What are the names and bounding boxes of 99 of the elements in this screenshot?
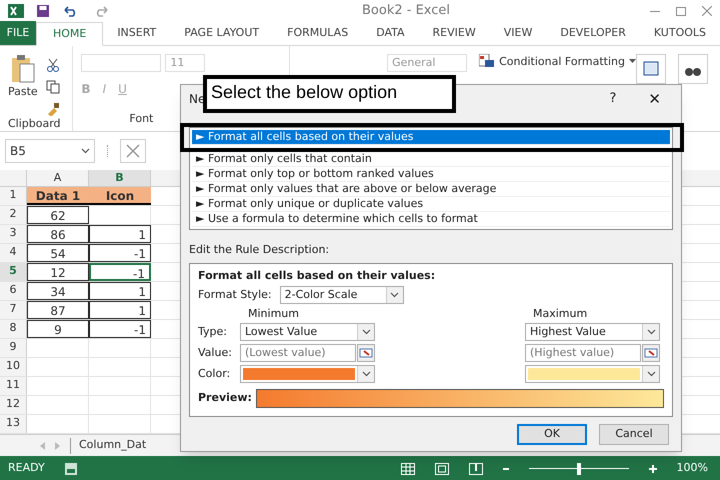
ribbon-tab[interactable]: DEVELOPER bbox=[546, 21, 640, 45]
column-header[interactable]: B bbox=[89, 170, 151, 186]
ribbon-tab[interactable]: PAGE LAYOUT bbox=[170, 21, 274, 45]
table-cell: Data 1 bbox=[27, 187, 89, 205]
ok-button[interactable]: OK bbox=[517, 424, 587, 445]
row-header[interactable]: 9 bbox=[0, 339, 27, 357]
row-header[interactable]: 5 bbox=[0, 263, 27, 281]
ribbon-tab[interactable]: VIEW bbox=[490, 21, 546, 45]
conditional-formatting-icon bbox=[479, 54, 496, 68]
font-name-field[interactable] bbox=[81, 54, 162, 72]
macro-icon bbox=[64, 462, 77, 474]
help-button[interactable]: ? bbox=[610, 89, 616, 109]
close-icon[interactable] bbox=[702, 6, 712, 16]
name-box[interactable]: B5 bbox=[5, 139, 95, 163]
format-style-dropdown[interactable]: 2-Color Scale bbox=[280, 286, 404, 304]
field-label: Type: bbox=[198, 324, 228, 340]
minimize-icon[interactable] bbox=[650, 10, 660, 12]
ribbon-tab[interactable]: INSERT bbox=[103, 21, 170, 45]
ribbon-tab[interactable]: KUTOOLS bbox=[640, 21, 720, 45]
calendar-icon[interactable] bbox=[636, 54, 666, 84]
row-header[interactable]: 12 bbox=[0, 396, 27, 414]
ribbon-tab[interactable]: DATA bbox=[362, 21, 419, 45]
color-dropdown[interactable] bbox=[240, 365, 375, 383]
table-cell: 1 bbox=[89, 301, 151, 319]
table-cell: 9 bbox=[27, 320, 89, 338]
ribbon-tab[interactable]: REVIEW bbox=[418, 21, 490, 45]
conditional-formatting-button[interactable]: Conditional Formatting bbox=[499, 54, 625, 70]
zoom-slider[interactable] bbox=[528, 462, 629, 474]
copy-icon[interactable] bbox=[46, 80, 60, 94]
table-cell: 54 bbox=[27, 244, 89, 262]
table-cell: 87 bbox=[27, 301, 89, 319]
status-text: READY bbox=[8, 460, 45, 476]
ribbon-tab[interactable]: FORMULAS bbox=[273, 21, 362, 45]
cancel-icon[interactable] bbox=[120, 139, 146, 163]
row-header[interactable]: 11 bbox=[0, 377, 27, 395]
range-picker-icon[interactable] bbox=[642, 344, 660, 362]
table-cell: 86 bbox=[27, 225, 89, 243]
normal-view-icon[interactable] bbox=[400, 462, 415, 474]
rule-type-item[interactable]: ► Format only values that are above or below average bbox=[192, 182, 670, 197]
field-label: Format Style: bbox=[198, 286, 272, 303]
save-icon[interactable] bbox=[36, 4, 50, 18]
window-title: Book2 - Excel bbox=[362, 2, 450, 20]
value-field[interactable]: (Highest value) bbox=[525, 344, 641, 362]
binoculars-icon[interactable] bbox=[678, 54, 708, 84]
range-picker-icon[interactable] bbox=[357, 344, 375, 362]
column-heading: Minimum bbox=[247, 306, 300, 320]
page-break-icon[interactable] bbox=[468, 462, 483, 474]
type-dropdown[interactable]: Lowest Value bbox=[240, 323, 375, 341]
rule-type-item[interactable]: ► Format only top or bottom ranked values bbox=[192, 167, 670, 182]
table-cell: 1 bbox=[89, 225, 151, 243]
group-label: Font bbox=[128, 110, 154, 126]
row-header[interactable]: 4 bbox=[0, 244, 27, 262]
field-label: Color: bbox=[198, 366, 232, 382]
caret-icon bbox=[629, 59, 636, 63]
table-cell: -1 bbox=[89, 320, 151, 338]
section-label: Edit the Rule Description: bbox=[189, 242, 330, 258]
zoom-in-icon[interactable] bbox=[648, 464, 657, 472]
row-header[interactable]: 2 bbox=[0, 206, 27, 224]
table-cell: 1 bbox=[89, 282, 151, 300]
table-cell: 62 bbox=[27, 206, 89, 224]
rule-type-item[interactable]: ► Use a formula to determine which cells to format bbox=[192, 212, 670, 227]
page-layout-icon[interactable] bbox=[434, 462, 449, 474]
table-cell: 12 bbox=[27, 263, 89, 281]
close-button[interactable]: ✕ bbox=[648, 88, 661, 110]
description-title: Format all cells based on their values: bbox=[198, 268, 436, 284]
ribbon-tab[interactable]: HOME bbox=[36, 22, 104, 46]
sheet-tab[interactable]: Column_Dat bbox=[75, 437, 150, 454]
column-heading: Maximum bbox=[532, 306, 588, 320]
row-header[interactable]: 8 bbox=[0, 320, 27, 338]
maximize-icon[interactable] bbox=[676, 6, 686, 16]
row-header[interactable]: 3 bbox=[0, 225, 27, 243]
type-dropdown[interactable]: Highest Value bbox=[525, 323, 660, 341]
row-header[interactable]: 1 bbox=[0, 187, 27, 205]
format-painter-icon[interactable] bbox=[46, 102, 60, 116]
cancel-button[interactable]: Cancel bbox=[599, 424, 669, 445]
table-cell: -1 bbox=[89, 263, 151, 281]
rule-type-item[interactable]: ► Format only cells that contain bbox=[192, 152, 670, 167]
table-cell: 34 bbox=[27, 282, 89, 300]
ribbon-tab[interactable]: FILE bbox=[0, 21, 36, 45]
rule-type-item[interactable]: ► Format all cells based on their values bbox=[192, 130, 670, 145]
group-label: Clipboard bbox=[7, 116, 62, 132]
row-header[interactable]: 10 bbox=[0, 358, 27, 376]
row-header[interactable]: 13 bbox=[0, 415, 27, 433]
scissors-icon[interactable] bbox=[46, 58, 60, 72]
annotation-callout: Select the below option bbox=[203, 75, 456, 113]
zoom-level: 100% bbox=[676, 460, 708, 476]
excel-logo-icon bbox=[8, 3, 24, 19]
row-header[interactable]: 6 bbox=[0, 282, 27, 300]
clipboard-icon bbox=[10, 54, 36, 84]
paste-button[interactable]: Paste bbox=[8, 84, 38, 100]
table-cell: -1 bbox=[89, 244, 151, 262]
field-label: Preview: bbox=[198, 390, 252, 406]
rule-type-item[interactable]: ► Format only unique or duplicate values bbox=[192, 197, 670, 212]
zoom-thumb[interactable] bbox=[576, 462, 581, 474]
table-cell: Icon bbox=[89, 187, 151, 205]
color-dropdown[interactable] bbox=[525, 365, 660, 383]
value-field[interactable]: (Lowest value) bbox=[240, 344, 356, 362]
row-header[interactable]: 7 bbox=[0, 301, 27, 319]
field-label: Value: bbox=[198, 344, 233, 361]
